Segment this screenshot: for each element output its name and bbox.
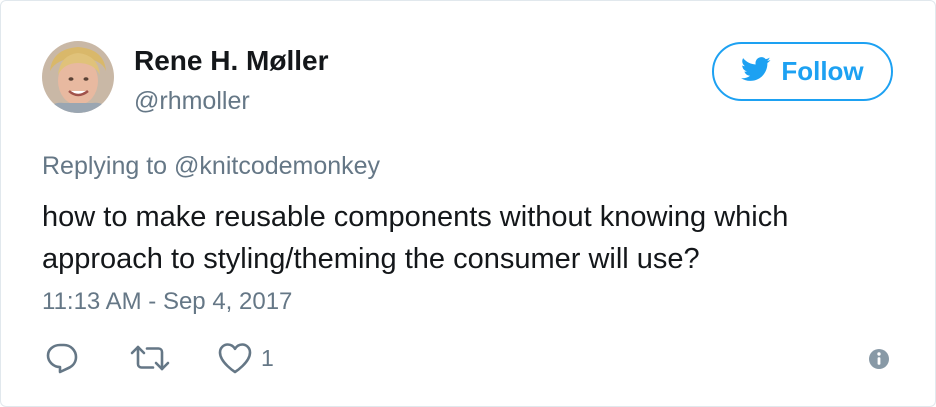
tweet-timestamp[interactable]: 11:13 AM - Sep 4, 2017 [42,288,292,316]
heart-icon[interactable] [217,341,253,380]
info-icon[interactable] [868,348,890,375]
replying-prefix: Replying to [42,152,168,180]
reply-context: Replying to @knitcodemonkey [42,152,380,181]
twitter-bird-icon [741,56,771,87]
retweet-icon[interactable] [129,341,171,380]
like-count: 1 [261,345,274,371]
avatar[interactable] [42,41,114,113]
tweet-card: Rene H. Møller @rhmoller Follow Replying… [0,0,936,407]
follow-label: Follow [781,56,864,86]
author-handle[interactable]: @rhmoller [134,87,250,116]
tweet-text: how to make reusable components without … [42,201,789,275]
reply-icon[interactable] [45,341,79,380]
follow-button[interactable]: Follow [712,42,893,101]
reply-mention-link[interactable]: @knitcodemonkey [174,152,380,180]
author-name[interactable]: Rene H. Møller [134,45,328,77]
